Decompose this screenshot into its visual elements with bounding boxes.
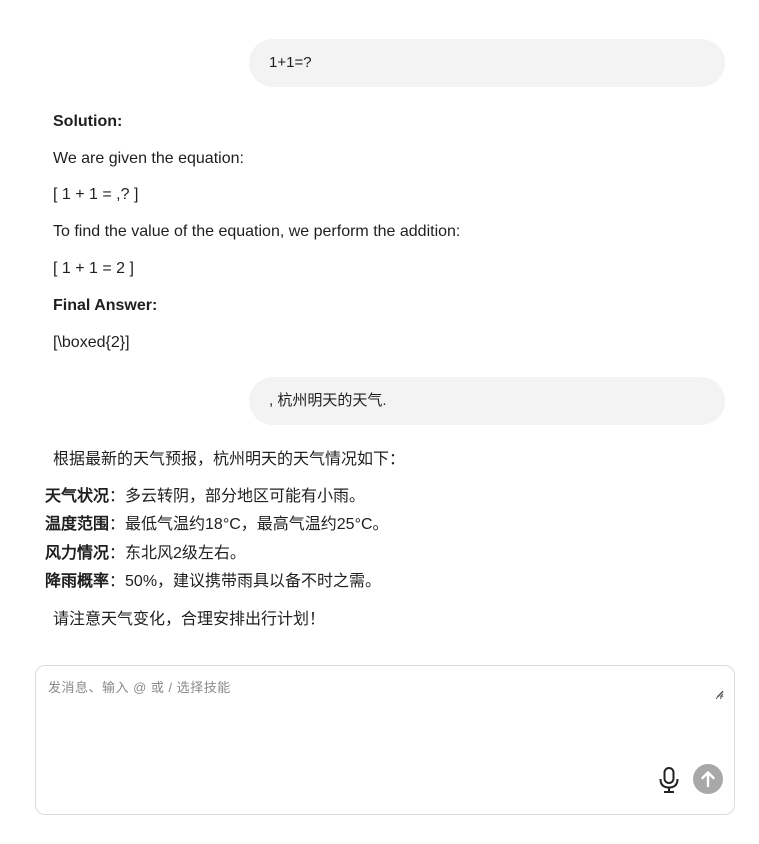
final-answer-value: [\boxed{2}] bbox=[53, 334, 130, 351]
weather-item-label: 天气状况 bbox=[45, 488, 110, 505]
microphone-icon[interactable] bbox=[656, 765, 682, 795]
weather-item-value: ：多云转阴，部分地区可能有小雨。 bbox=[109, 488, 366, 505]
weather-item-temperature: 温度范围：最低气温约18°C，最高气温约25°C。 bbox=[45, 515, 389, 535]
weather-item-label: 温度范围 bbox=[45, 516, 110, 533]
weather-item-label: 降雨概率 bbox=[45, 573, 110, 590]
chat-page: 1+1=? Solution: We are given the equatio… bbox=[0, 0, 759, 844]
weather-item-condition: 天气状况：多云转阴，部分地区可能有小雨。 bbox=[45, 487, 365, 507]
given-text: We are given the equation: bbox=[53, 150, 244, 167]
user-message-text: , 杭州明天的天气. bbox=[269, 392, 387, 409]
result-text: [ 1 + 1 = 2 ] bbox=[53, 260, 134, 277]
arrow-up-icon bbox=[701, 771, 715, 788]
final-answer-heading: Final Answer: bbox=[53, 297, 158, 314]
solution-heading: Solution: bbox=[53, 113, 123, 130]
user-message-text: 1+1=? bbox=[269, 54, 312, 71]
weather-intro: 根据最新的天气预报，杭州明天的天气情况如下： bbox=[53, 451, 406, 468]
weather-item-value: ：东北风2级左右。 bbox=[109, 545, 246, 562]
message-composer bbox=[35, 665, 735, 815]
weather-closing: 请注意天气变化，合理安排出行计划！ bbox=[53, 611, 326, 628]
user-message-bubble: 1+1=? bbox=[249, 39, 725, 87]
weather-item-label: 风力情况 bbox=[45, 545, 110, 562]
method-text: To find the value of the equation, we pe… bbox=[53, 223, 461, 240]
user-message-bubble: , 杭州明天的天气. bbox=[249, 377, 725, 425]
message-input[interactable] bbox=[48, 678, 724, 700]
weather-item-value: ：最低气温约18°C，最高气温约25°C。 bbox=[109, 516, 389, 533]
weather-item-value: ：50%，建议携带雨具以备不时之需。 bbox=[109, 573, 382, 590]
weather-item-rain: 降雨概率：50%，建议携带雨具以备不时之需。 bbox=[45, 572, 381, 592]
weather-item-wind: 风力情况：东北风2级左右。 bbox=[45, 544, 246, 564]
equation-text: [ 1 + 1 = ,? ] bbox=[53, 186, 139, 203]
send-button[interactable] bbox=[693, 764, 723, 794]
resize-grip-icon[interactable] bbox=[716, 690, 724, 698]
